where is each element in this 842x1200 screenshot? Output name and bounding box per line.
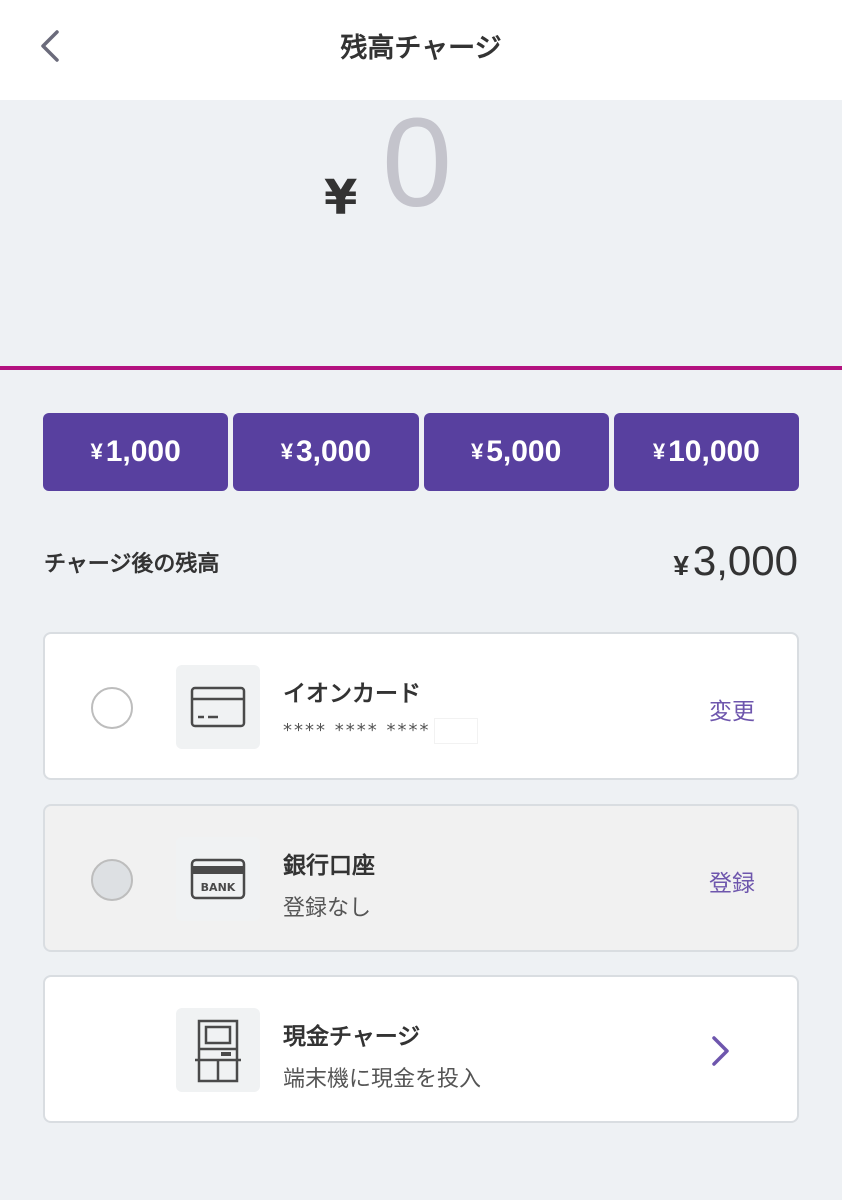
aeon-card-radio[interactable]: [91, 687, 133, 729]
payment-method-cash[interactable]: 現金チャージ 端末機に現金を投入: [43, 975, 799, 1123]
bank-card-icon: BANK: [176, 837, 260, 921]
bank-icon-text: BANK: [201, 881, 236, 894]
atm-icon: [176, 1008, 260, 1092]
masked-digits: [434, 718, 479, 744]
bank-account-title: 銀行口座: [283, 853, 375, 879]
after-charge-balance: ¥3,000: [673, 537, 798, 584]
register-bank-button[interactable]: 登録: [709, 864, 755, 898]
cash-charge-description: 端末機に現金を投入: [283, 1067, 482, 1092]
change-card-button[interactable]: 変更: [709, 692, 755, 726]
preset-1000-button[interactable]: ¥1,000: [43, 413, 229, 491]
amount-value: 0: [382, 92, 453, 233]
bank-account-radio[interactable]: [91, 859, 133, 901]
amount-underline: [0, 366, 842, 370]
credit-card-icon: [176, 665, 260, 749]
cash-charge-title: 現金チャージ: [283, 1024, 421, 1050]
preset-3000-button[interactable]: ¥3,000: [233, 413, 419, 491]
page-title: 残高チャージ: [340, 33, 502, 64]
aeon-card-title: イオンカード: [283, 681, 421, 707]
aeon-card-number: **** **** ****: [283, 718, 479, 744]
after-charge-label: チャージ後の残高: [44, 552, 220, 577]
preset-10000-button[interactable]: ¥10,000: [613, 413, 799, 491]
preset-5000-button[interactable]: ¥5,000: [423, 413, 609, 491]
payment-method-bank-account[interactable]: BANK 銀行口座 登録なし 登録: [43, 804, 799, 952]
chevron-right-icon[interactable]: [705, 1033, 735, 1069]
bank-account-status: 登録なし: [283, 896, 372, 921]
preset-amounts: ¥1,000 ¥3,000 ¥5,000 ¥10,000: [43, 413, 799, 491]
header: 残高チャージ: [0, 0, 842, 100]
amount-currency-symbol: ¥: [324, 170, 358, 226]
payment-method-aeon-card[interactable]: イオンカード **** **** **** 変更: [43, 632, 799, 780]
